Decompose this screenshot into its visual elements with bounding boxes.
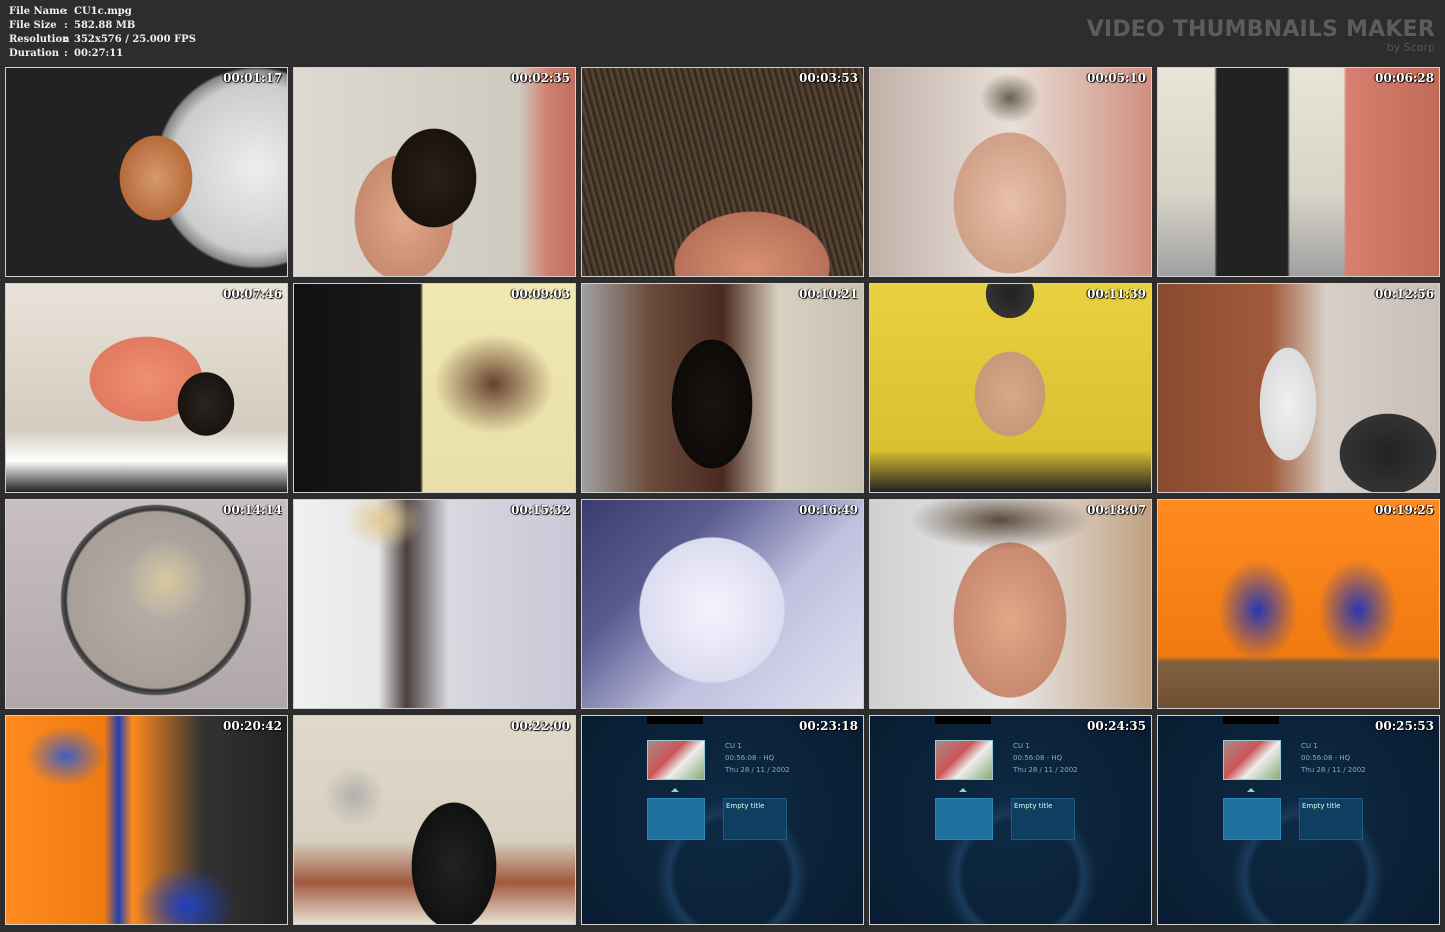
thumbnail[interactable]: 00:22:00 (293, 715, 576, 925)
dvd-info: CU 1 00:56:08 - HQ Thu 28 / 11 / 2002 (1301, 742, 1366, 774)
thumbnail-image (6, 500, 287, 708)
thumbnail[interactable]: 00:15:32 (293, 499, 576, 709)
thumbnail[interactable]: 00:10:21 (581, 283, 864, 493)
thumbnail[interactable]: CU 1 00:56:08 - HQ Thu 28 / 11 / 2002 Empt… (581, 715, 864, 925)
thumbnail[interactable]: 00:09:03 (293, 283, 576, 493)
thumbnail[interactable]: 00:19:25 (1157, 499, 1440, 709)
dvd-preview-image[interactable] (647, 740, 705, 780)
file-info-value: 582.88 MB (74, 20, 136, 31)
up-arrow-icon[interactable] (1247, 788, 1255, 792)
thumbnail-image (294, 68, 575, 276)
thumbnail-image (582, 68, 863, 276)
timestamp: 00:01:17 (223, 71, 282, 85)
file-info-key: Duration (9, 48, 60, 59)
thumbnail[interactable]: 00:14:14 (5, 499, 288, 709)
timestamp: 00:14:14 (223, 503, 282, 517)
file-info-value: 352x576 / 25.000 FPS (74, 34, 196, 45)
timestamp: 00:20:42 (223, 719, 282, 733)
timestamp: 00:16:49 (799, 503, 858, 517)
thumbnail-image (6, 716, 287, 924)
thumbnail-image (870, 500, 1151, 708)
timestamp: 00:12:56 (1375, 287, 1434, 301)
file-info-row: Resolution:352x576 / 25.000 FPS (9, 34, 196, 45)
timestamp: 00:07:46 (223, 287, 282, 301)
dvd-preview-image[interactable] (1223, 740, 1281, 780)
file-info-key: File Name (9, 6, 67, 17)
dvd-title-slot[interactable]: Empty title (1299, 798, 1363, 840)
thumbnail-grid: 00:01:17 00:02:35 00:03:53 00:05:10 00:0… (5, 67, 1440, 925)
file-info-key: File Size (9, 20, 57, 31)
brand-title: VIDEO THUMBNAILS MAKER (1086, 17, 1435, 42)
thumbnail[interactable]: CU 1 00:56:08 - HQ Thu 28 / 11 / 2002 Empt… (869, 715, 1152, 925)
timestamp: 00:25:53 (1375, 719, 1434, 733)
timestamp: 00:15:32 (511, 503, 570, 517)
timestamp: 00:02:35 (511, 71, 570, 85)
thumbnail-image (6, 68, 287, 276)
dvd-slot[interactable] (1223, 798, 1281, 840)
file-info-row: File Name: CU1c.mpg (9, 6, 132, 17)
thumbnail[interactable]: 00:06:28 (1157, 67, 1440, 277)
brand-subtitle: by Scorp (1386, 41, 1435, 54)
thumbnail[interactable]: 00:16:49 (581, 499, 864, 709)
thumbnail[interactable]: 00:01:17 (5, 67, 288, 277)
file-info-value: 00:27:11 (74, 48, 124, 59)
thumbnail[interactable]: 00:05:10 (869, 67, 1152, 277)
thumbnail-image (870, 68, 1151, 276)
file-info-row: File Size:582.88 MB (9, 20, 136, 31)
thumbnail-image (582, 500, 863, 708)
thumbnail-image (294, 500, 575, 708)
timestamp: 00:10:21 (799, 287, 858, 301)
brand-watermark: VIDEO THUMBNAILS MAKER by Scorp (1087, 18, 1435, 54)
timestamp: 00:05:10 (1087, 71, 1146, 85)
timestamp: 00:11:39 (1087, 287, 1146, 301)
thumbnail-image (294, 284, 575, 492)
file-info-value: CU1c.mpg (74, 6, 132, 17)
file-info-row: Duration:00:27:11 (9, 48, 124, 59)
thumbnail[interactable]: 00:07:46 (5, 283, 288, 493)
timestamp: 00:18:07 (1087, 503, 1146, 517)
thumbnail-image (1158, 68, 1439, 276)
dvd-slot[interactable] (935, 798, 993, 840)
timestamp: 00:24:35 (1087, 719, 1146, 733)
thumbnail-image (6, 284, 287, 492)
timestamp: 00:06:28 (1375, 71, 1434, 85)
thumbnail[interactable]: 00:03:53 (581, 67, 864, 277)
thumbnail-image (582, 284, 863, 492)
dvd-info: CU 1 00:56:08 - HQ Thu 28 / 11 / 2002 (1013, 742, 1078, 774)
file-info: File Name: CU1c.mpg File Size:582.88 MB R… (9, 5, 196, 61)
up-arrow-icon[interactable] (959, 788, 967, 792)
thumbnail[interactable]: CU 1 00:56:08 - HQ Thu 28 / 11 / 2002 Empt… (1157, 715, 1440, 925)
timestamp: 00:03:53 (799, 71, 858, 85)
timestamp: 00:19:25 (1375, 503, 1434, 517)
thumbnail[interactable]: 00:12:56 (1157, 283, 1440, 493)
up-arrow-icon[interactable] (671, 788, 679, 792)
dvd-title-slot[interactable]: Empty title (1011, 798, 1075, 840)
timestamp: 00:09:03 (511, 287, 570, 301)
timestamp: 00:23:18 (799, 719, 858, 733)
dvd-preview-image[interactable] (935, 740, 993, 780)
timestamp: 00:22:00 (511, 719, 570, 733)
thumbnail[interactable]: 00:11:39 (869, 283, 1152, 493)
thumbnail-image (1158, 500, 1439, 708)
dvd-info: CU 1 00:56:08 - HQ Thu 28 / 11 / 2002 (725, 742, 790, 774)
thumbnail-image (870, 284, 1151, 492)
thumbnail-image (294, 716, 575, 924)
thumbnail[interactable]: 00:02:35 (293, 67, 576, 277)
dvd-title-slot[interactable]: Empty title (723, 798, 787, 840)
file-info-key: Resolution (9, 34, 70, 45)
thumbnail[interactable]: 00:20:42 (5, 715, 288, 925)
thumbnail[interactable]: 00:18:07 (869, 499, 1152, 709)
dvd-slot[interactable] (647, 798, 705, 840)
thumbnail-image (1158, 284, 1439, 492)
